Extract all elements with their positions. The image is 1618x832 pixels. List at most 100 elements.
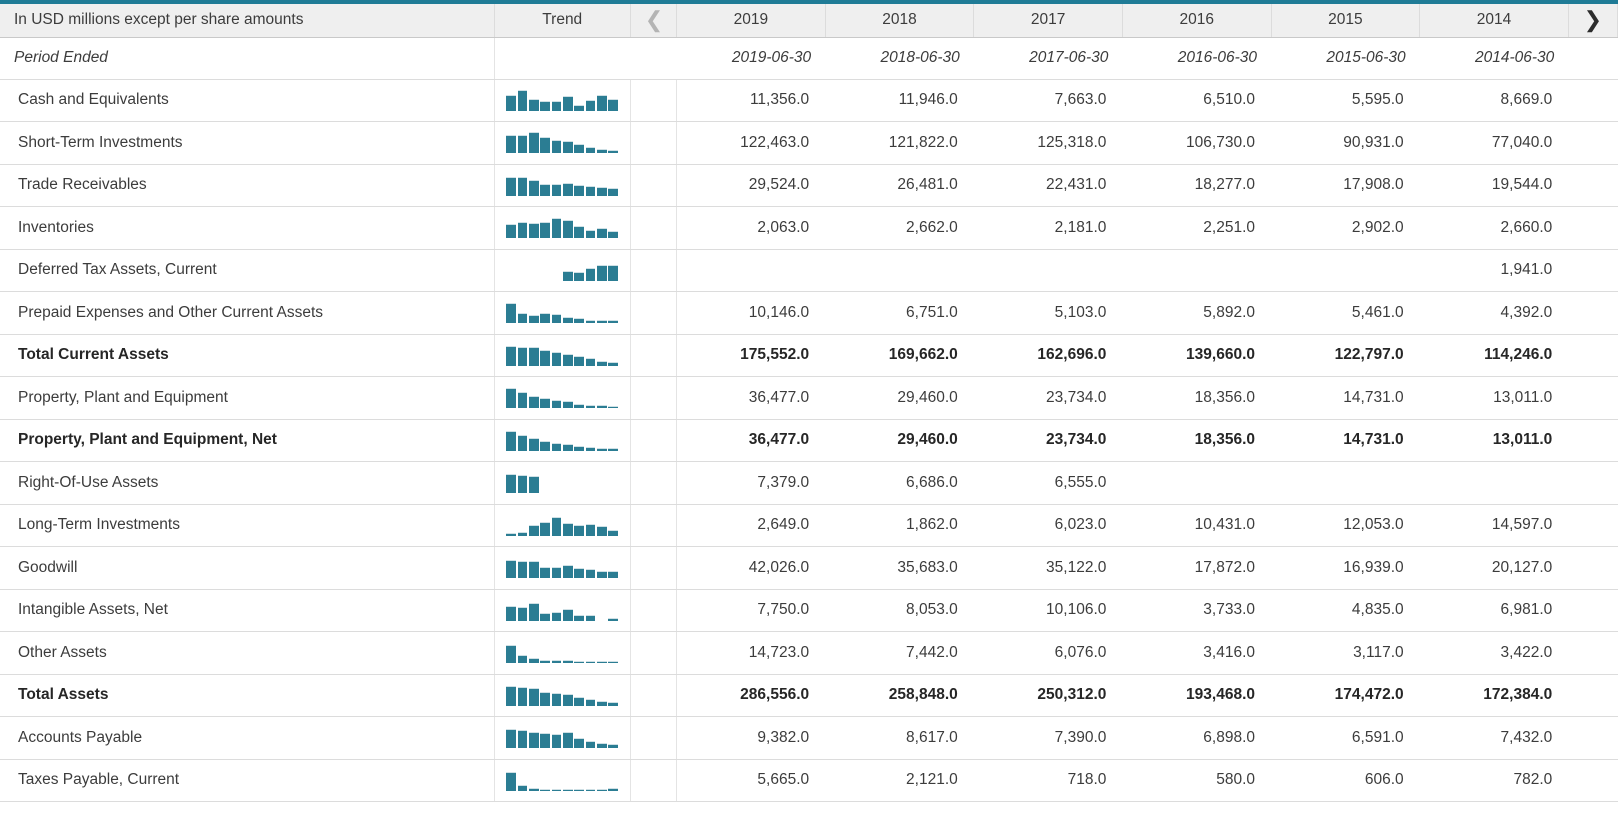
sparkline-bar	[551, 611, 562, 621]
sparkline-bar	[585, 660, 596, 664]
sparkline-bar	[596, 526, 607, 536]
sparkline-bar	[596, 788, 607, 791]
sparkline-bar	[608, 787, 619, 791]
sparkline-bar	[585, 358, 596, 366]
row-label[interactable]: Prepaid Expenses and Other Current Asset…	[0, 291, 495, 335]
table-cell-value	[1419, 461, 1569, 505]
row-label[interactable]: Long-Term Investments	[0, 504, 495, 547]
sparkline-bar	[608, 99, 619, 111]
row-label[interactable]: Taxes Payable, Current	[0, 759, 495, 802]
table-row: Accounts Payable 9,382.0 8,617.0 7,390.0 6,8…	[0, 716, 1618, 760]
table-cell-value: 139,660.0	[1122, 334, 1272, 377]
nav-spacer-cell-right	[1568, 759, 1618, 802]
column-header-year-2014[interactable]: 2014	[1419, 4, 1569, 38]
table-cell-value: 6,898.0	[1122, 716, 1272, 760]
row-label[interactable]: Property, Plant and Equipment, Net	[0, 419, 495, 462]
row-label[interactable]: Trade Receivables	[0, 164, 495, 207]
table-cell-value: 10,146.0	[676, 291, 826, 335]
table-row: Total Current Assets 175,552.0 169,662.0 16…	[0, 334, 1618, 377]
row-label[interactable]: Other Assets	[0, 631, 495, 675]
sparkline-bar	[551, 660, 562, 664]
sparkline-chart	[506, 680, 619, 706]
sparkline-bar	[574, 184, 585, 196]
next-period-button[interactable]: ❯	[1568, 4, 1618, 38]
sparkline-bar	[562, 182, 573, 196]
sparkline-bar	[562, 660, 573, 664]
sparkline-bar	[551, 140, 562, 154]
nav-spacer-cell-right	[1568, 206, 1618, 250]
sparkline-bar	[528, 223, 539, 239]
financial-statement-table: In USD millions except per share amounts…	[0, 0, 1618, 832]
period-value-2019: 2019-06-30	[676, 37, 826, 80]
row-label[interactable]: Intangible Assets, Net	[0, 589, 495, 632]
column-header-trend: Trend	[494, 4, 631, 38]
table-cell-value: 10,106.0	[973, 589, 1123, 632]
period-value-2015: 2015-06-30	[1271, 37, 1420, 80]
column-header-year-2019[interactable]: 2019	[676, 4, 826, 38]
row-label[interactable]: Total Current Assets	[0, 334, 495, 377]
table-cell-value	[825, 249, 974, 292]
sparkline-bar	[528, 314, 539, 324]
sparkline-bar	[596, 149, 607, 154]
column-header-year-2015[interactable]: 2015	[1271, 4, 1421, 38]
row-label[interactable]: Cash and Equivalents	[0, 79, 495, 122]
table-cell-value: 6,023.0	[973, 504, 1123, 547]
nav-spacer-cell	[630, 249, 678, 292]
sparkline-bar	[540, 522, 551, 536]
trend-sparkline-cell	[494, 376, 631, 420]
table-cell-value	[1122, 461, 1272, 505]
trend-sparkline-cell	[494, 631, 631, 675]
period-trend-blank	[494, 37, 631, 80]
table-cell-value: 718.0	[973, 759, 1123, 802]
table-cell-value: 122,797.0	[1271, 334, 1420, 377]
sparkline-bar	[585, 569, 596, 579]
sparkline-chart	[506, 595, 619, 621]
sparkline-chart	[506, 425, 619, 451]
table-cell-value: 18,356.0	[1122, 419, 1272, 462]
table-cell-value: 77,040.0	[1419, 121, 1569, 165]
chevron-left-icon[interactable]: ❮	[645, 4, 663, 36]
trend-sparkline-cell	[494, 759, 631, 802]
table-cell-value: 17,872.0	[1122, 546, 1272, 590]
row-label[interactable]: Right-Of-Use Assets	[0, 461, 495, 505]
row-label[interactable]: Accounts Payable	[0, 716, 495, 760]
sparkline-chart	[506, 255, 619, 281]
table-cell-value: 6,510.0	[1122, 79, 1272, 122]
sparkline-bar	[506, 474, 517, 494]
table-cell-value: 7,390.0	[973, 716, 1123, 760]
row-label[interactable]: Inventories	[0, 206, 495, 250]
table-cell-value	[676, 249, 826, 292]
column-header-year-2017[interactable]: 2017	[973, 4, 1123, 38]
table-row: Prepaid Expenses and Other Current Asset…	[0, 291, 1618, 335]
column-header-year-2018[interactable]: 2018	[825, 4, 975, 38]
row-label[interactable]: Goodwill	[0, 546, 495, 590]
sparkline-bar	[506, 94, 517, 111]
nav-spacer-cell	[630, 674, 678, 717]
row-label[interactable]: Deferred Tax Assets, Current	[0, 249, 495, 292]
table-row: Total Assets 286,556.0 258,848.0 250,312.0 1…	[0, 674, 1618, 717]
row-label[interactable]: Total Assets	[0, 674, 495, 717]
table-cell-value: 4,835.0	[1271, 589, 1420, 632]
sparkline-bar	[551, 314, 562, 324]
trend-sparkline-cell	[494, 121, 631, 165]
nav-spacer-cell	[630, 504, 678, 547]
table-cell-value: 782.0	[1419, 759, 1569, 802]
prev-period-button[interactable]: ❮	[630, 4, 678, 38]
sparkline-bar	[517, 434, 528, 451]
table-cell-value: 2,063.0	[676, 206, 826, 250]
sparkline-bar	[574, 272, 585, 281]
row-label[interactable]: Short-Term Investments	[0, 121, 495, 165]
sparkline-chart	[506, 552, 619, 579]
sparkline-bar	[506, 303, 517, 324]
sparkline-bar	[574, 356, 585, 366]
sparkline-bar	[517, 346, 528, 366]
sparkline-bar	[540, 691, 551, 706]
chevron-right-icon[interactable]: ❯	[1583, 4, 1603, 36]
column-header-year-2016[interactable]: 2016	[1122, 4, 1272, 38]
table-cell-value: 29,524.0	[676, 164, 826, 207]
sparkline-bar	[528, 98, 539, 111]
table-cell-value: 17,908.0	[1271, 164, 1420, 207]
sparkline-bar	[608, 320, 619, 324]
period-navr-blank	[1568, 37, 1618, 80]
row-label[interactable]: Property, Plant and Equipment	[0, 376, 495, 420]
